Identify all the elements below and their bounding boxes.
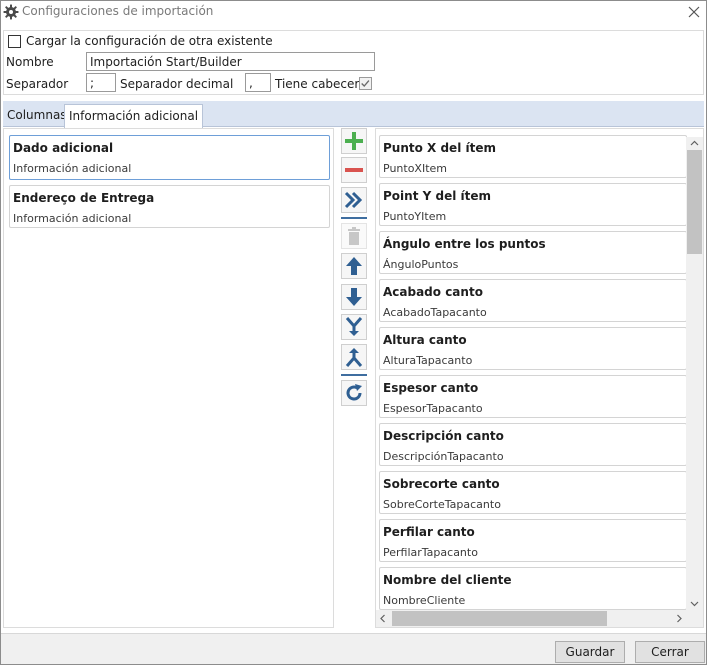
list-item[interactable]: Dado adicional Información adicional (9, 135, 330, 180)
list-item[interactable]: Endereço de Entrega Información adiciona… (9, 185, 330, 228)
arrow-down-icon (346, 288, 362, 306)
selected-items-list: Dado adicional Información adicional End… (3, 128, 334, 628)
load-existing-checkbox[interactable] (8, 35, 21, 48)
refresh-button[interactable] (341, 380, 367, 406)
item-subtitle: AcabadoTapacanto (383, 306, 487, 319)
scroll-left-icon[interactable] (376, 610, 390, 627)
item-subtitle: PuntoYItem (383, 210, 447, 223)
list-item[interactable]: Acabado canto AcabadoTapacanto (379, 279, 687, 322)
item-title: Nombre del cliente (383, 573, 512, 587)
item-title: Perfilar canto (383, 525, 475, 539)
close-button[interactable]: Cerrar (635, 641, 705, 663)
tab-strip: Columnas Información adicional (3, 101, 704, 128)
item-title: Sobrecorte canto (383, 477, 500, 491)
save-button[interactable]: Guardar (555, 641, 625, 663)
list-item[interactable]: Nombre del cliente NombreCliente (379, 567, 687, 610)
item-subtitle: AlturaTapacanto (383, 354, 473, 367)
decimal-separator-label: Separador decimal (120, 77, 234, 91)
item-subtitle: Información adicional (13, 162, 132, 175)
horizontal-scrollbar[interactable] (376, 610, 686, 627)
name-label: Nombre (6, 55, 54, 69)
has-header-label: Tiene cabecera (275, 77, 367, 91)
list-item[interactable]: Sobrecorte canto SobreCorteTapacanto (379, 471, 687, 514)
gear-icon (3, 4, 19, 20)
toolbar-divider (341, 217, 367, 219)
merge-button[interactable] (341, 314, 367, 340)
item-title: Punto X del ítem (383, 141, 496, 155)
load-existing-label: Cargar la configuración de otra existent… (26, 34, 273, 48)
name-field[interactable] (86, 52, 375, 71)
list-item[interactable]: Perfilar canto PerfilarTapacanto (379, 519, 687, 562)
vertical-scroll-thumb[interactable] (687, 150, 702, 254)
split-icon (345, 348, 363, 367)
item-subtitle: PerfilarTapacanto (383, 546, 478, 559)
item-title: Endereço de Entrega (13, 191, 155, 205)
item-subtitle: DescripciónTapacanto (383, 450, 504, 463)
item-title: Ángulo entre los puntos (383, 237, 546, 251)
tab-informacion-adicional[interactable]: Información adicional (64, 104, 204, 128)
remove-icon (345, 168, 363, 172)
list-item[interactable]: Altura canto AlturaTapacanto (379, 327, 687, 370)
item-subtitle: NombreCliente (383, 594, 466, 607)
item-title: Altura canto (383, 333, 467, 347)
import-config-window: Configuraciones de importación Cargar la… (0, 0, 707, 665)
scroll-down-icon[interactable] (686, 597, 703, 610)
item-title: Dado adicional (13, 141, 114, 155)
item-subtitle: ÁnguloPuntos (383, 258, 459, 271)
trash-icon (348, 227, 360, 245)
delete-button[interactable] (341, 223, 367, 249)
add-icon (345, 132, 363, 150)
add-button[interactable] (341, 128, 367, 154)
item-subtitle: EspesorTapacanto (383, 402, 483, 415)
item-title: Acabado canto (383, 285, 483, 299)
list-item[interactable]: Descripción canto DescripciónTapacanto (379, 423, 687, 466)
split-button[interactable] (341, 344, 367, 370)
horizontal-scroll-thumb[interactable] (392, 611, 607, 626)
scroll-corner (686, 610, 703, 627)
merge-icon (345, 317, 363, 336)
arrow-up-icon (346, 257, 362, 275)
vertical-scrollbar[interactable] (686, 137, 703, 610)
item-subtitle: Información adicional (13, 212, 132, 225)
scroll-right-icon[interactable] (672, 610, 686, 627)
move-all-icon (344, 191, 363, 209)
checkmark-icon (361, 80, 370, 88)
has-header-checkbox[interactable] (359, 77, 372, 90)
separator-field[interactable] (86, 73, 116, 92)
separator-label: Separador (6, 77, 69, 91)
close-icon[interactable] (687, 5, 701, 19)
scroll-up-icon[interactable] (686, 137, 703, 150)
toolbar-divider (341, 374, 367, 376)
list-item[interactable]: Espesor canto EspesorTapacanto (379, 375, 687, 418)
available-items-list: Punto X del ítem PuntoXItem Point Y del … (375, 128, 704, 628)
move-down-button[interactable] (341, 284, 367, 310)
move-up-button[interactable] (341, 253, 367, 279)
tab-columnas[interactable]: Columnas (3, 105, 71, 127)
refresh-icon (346, 384, 362, 401)
list-item[interactable]: Point Y del ítem PuntoYItem (379, 183, 687, 226)
dialog-footer: Guardar Cerrar (1, 633, 706, 664)
item-title: Descripción canto (383, 429, 504, 443)
item-subtitle: PuntoXItem (383, 162, 448, 175)
list-item[interactable]: Ángulo entre los puntos ÁnguloPuntos (379, 231, 687, 274)
list-item[interactable]: Punto X del ítem PuntoXItem (379, 135, 687, 178)
move-all-button[interactable] (341, 187, 367, 213)
item-title: Espesor canto (383, 381, 479, 395)
title-bar: Configuraciones de importación (1, 1, 706, 24)
item-title: Point Y del ítem (383, 189, 491, 203)
window-title: Configuraciones de importación (22, 4, 214, 18)
decimal-separator-field[interactable] (245, 73, 271, 92)
item-subtitle: SobreCorteTapacanto (383, 498, 501, 511)
remove-button[interactable] (341, 157, 367, 183)
config-panel: Cargar la configuración de otra existent… (3, 30, 704, 95)
